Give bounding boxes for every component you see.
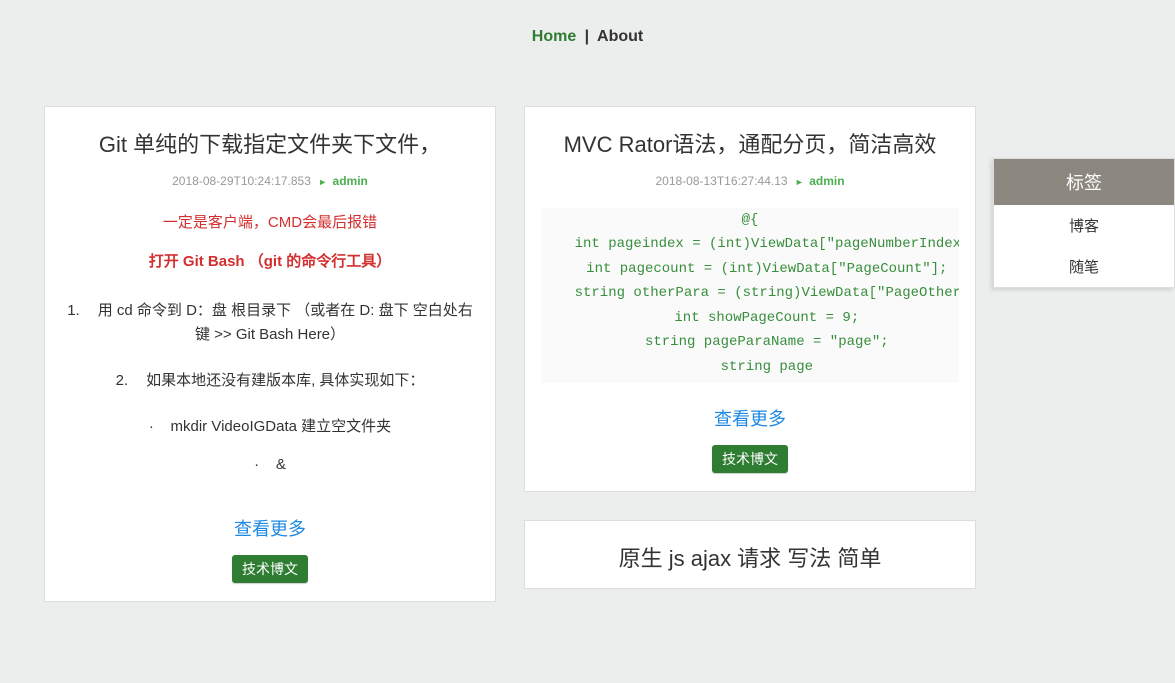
post-warning-1: 一定是客户端，CMD会最后报错 [61,210,479,236]
post-card: 原生 js ajax 请求 写法 简单 [524,520,976,589]
triangle-icon: ► [318,177,327,187]
post-title[interactable]: Git 单纯的下载指定文件夹下文件， [61,131,479,160]
sidebar-tag-essay[interactable]: 随笔 [994,246,1174,287]
sidebar-tag-blog[interactable]: 博客 [994,205,1174,246]
post-timestamp: 2018-08-13T16:27:44.13 [655,174,787,188]
post-title[interactable]: 原生 js ajax 请求 写法 简单 [541,545,959,574]
nav-home-link[interactable]: Home [532,28,576,45]
nav-separator: | [585,28,589,45]
nav-about-link[interactable]: About [597,28,643,45]
post-substep-1: · mkdir VideoIGData 建立空文件夹 [61,415,479,436]
post-title[interactable]: MVC Rator语法，通配分页，简洁高效 [541,131,959,160]
top-nav: Home | About [0,0,1175,46]
post-step-2: 2.如果本地还没有建版本库, 具体实现如下： [61,369,479,393]
tags-sidebar: 标签 博客 随笔 [993,158,1175,288]
post-warning-2: 打开 Git Bash （git 的命令行工具） [61,249,479,275]
post-step-1: 1.用 cd 命令到 D：盘 根目录下 （或者在 D: 盘下 空白处右键 >> … [61,299,479,347]
post-meta: 2018-08-13T16:27:44.13 ► admin [541,174,959,188]
post-tag-button[interactable]: 技术博文 [712,445,788,473]
post-card: MVC Rator语法，通配分页，简洁高效 2018-08-13T16:27:4… [524,106,976,492]
post-card: Git 单纯的下载指定文件夹下文件， 2018-08-29T10:24:17.8… [44,106,496,602]
post-substep-2: · & [61,456,479,473]
code-content: @{ int pageindex = (int)ViewData["pageNu… [541,208,959,384]
post-meta: 2018-08-29T10:24:17.853 ► admin [61,174,479,188]
read-more-link[interactable]: 查看更多 [714,405,786,431]
read-more-link[interactable]: 查看更多 [234,515,306,541]
triangle-icon: ► [795,177,804,187]
sidebar-title: 标签 [994,159,1174,205]
post-timestamp: 2018-08-29T10:24:17.853 [172,174,311,188]
post-tag-button[interactable]: 技术博文 [232,555,308,583]
post-author[interactable]: admin [809,174,844,188]
code-block[interactable]: @{ int pageindex = (int)ViewData["pageNu… [541,208,959,384]
post-author[interactable]: admin [333,174,368,188]
